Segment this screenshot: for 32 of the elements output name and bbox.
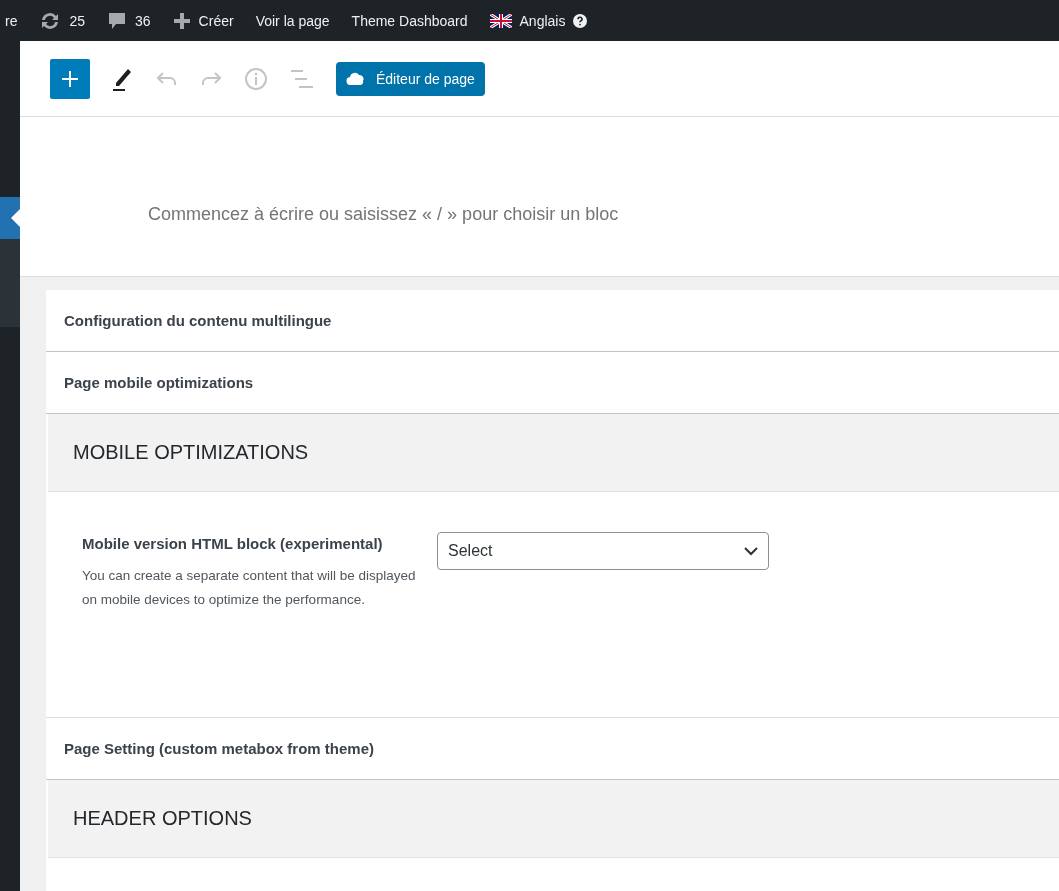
section-heading: MOBILE OPTIMIZATIONS — [48, 414, 1059, 492]
view-page-link[interactable]: Voir la page — [244, 12, 341, 29]
plus-icon — [62, 70, 78, 87]
language-switcher[interactable]: Anglais — [478, 12, 599, 29]
add-block-button[interactable] — [50, 58, 90, 99]
select-dropdown[interactable]: Select — [437, 532, 769, 570]
theme-dashboard-link[interactable]: Theme Dashboard — [340, 12, 479, 29]
metabox-header[interactable]: Configuration du contenu multilingue — [46, 290, 1059, 352]
redo-button[interactable] — [200, 70, 222, 87]
block-placeholder[interactable]: Commencez à écrire ou saisissez « / » pour choisir un bloc — [148, 204, 1059, 225]
undo-button[interactable] — [156, 70, 178, 87]
outline-button[interactable] — [290, 68, 314, 89]
cloud-icon — [346, 70, 366, 87]
field-description: You can create a separate content that will be displayed on mobile devices to optimize the performance. — [82, 567, 417, 609]
field-label: Mobile version HTML block (experimental) — [82, 534, 384, 554]
section-heading: HEADER OPTIONS — [48, 780, 1059, 858]
info-icon — [244, 66, 268, 91]
active-menu-item[interactable] — [0, 197, 20, 239]
undo-icon — [156, 70, 178, 87]
plus-icon — [172, 11, 191, 30]
updates-link[interactable]: 25 — [28, 10, 97, 31]
list-view-icon — [290, 68, 314, 89]
page-editor-button[interactable]: Éditeur de page — [336, 61, 485, 96]
details-button[interactable] — [244, 66, 268, 91]
comment-icon — [107, 10, 128, 31]
chevron-down-icon — [744, 546, 758, 556]
flag-icon — [489, 13, 512, 28]
comments-link[interactable]: 36 — [96, 10, 162, 31]
redo-icon — [200, 70, 222, 87]
help-icon — [573, 13, 588, 28]
site-name[interactable]: re — [0, 12, 29, 29]
create-link[interactable]: Créer — [161, 11, 245, 30]
